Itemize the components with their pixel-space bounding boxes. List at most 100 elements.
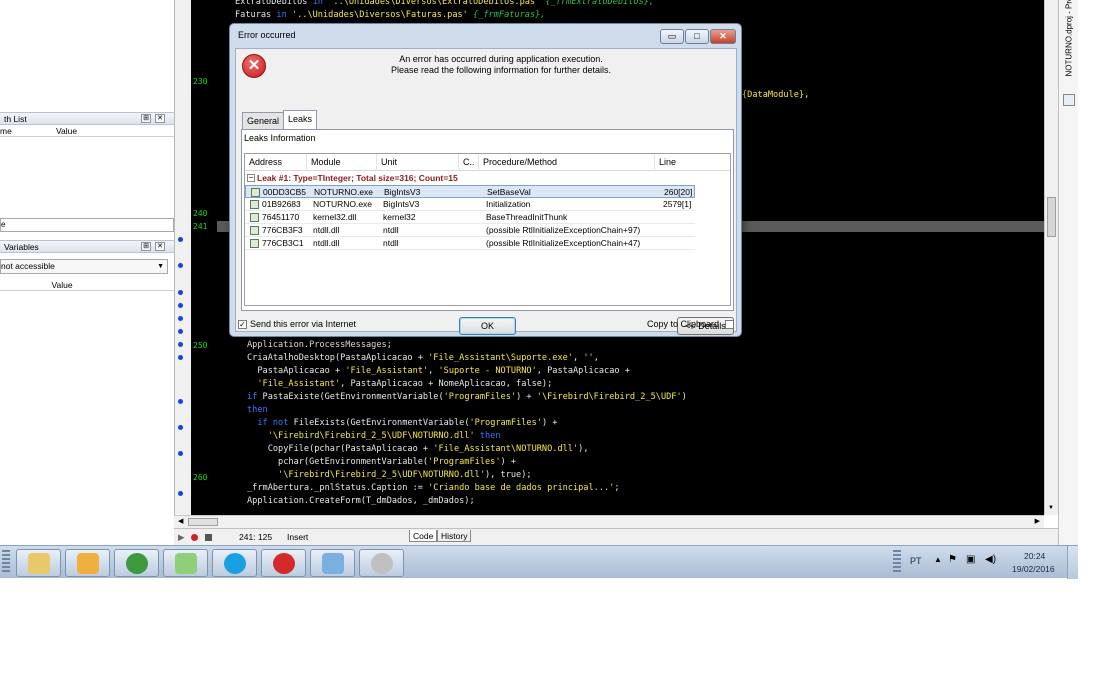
code-token: 'File_Assistant\Suporte.exe': [428, 353, 573, 363]
col-line[interactable]: Line: [655, 154, 695, 171]
tab-code[interactable]: Code: [409, 530, 438, 542]
play-icon[interactable]: ▶: [178, 529, 185, 546]
scroll-down-icon[interactable]: ▼: [1048, 505, 1054, 511]
scroll-thumb[interactable]: [188, 518, 218, 526]
taskbar-folder-button[interactable]: [163, 549, 208, 577]
code-line: '\Firebird\Firebird_2_5\UDF\NOTURNO.dll'…: [247, 430, 501, 443]
breakpoint-dot-icon[interactable]: [178, 491, 183, 496]
col-procedure[interactable]: Procedure/Method: [479, 154, 655, 171]
windows-taskbar: PT ▲ ⚑ ▣ ◀) 20:24 19/02/2016: [0, 545, 1078, 579]
error-icon: ✕: [242, 54, 266, 78]
line-number: 250: [193, 341, 208, 350]
leak-cell-unit: ntdll: [383, 225, 399, 235]
code-token: if: [247, 392, 258, 402]
record-icon[interactable]: [191, 534, 198, 541]
paint-icon: [322, 553, 344, 574]
minimize-button[interactable]: ▭: [660, 29, 684, 44]
pin-icon[interactable]: ⊞: [141, 114, 151, 123]
local-col-value: Value: [51, 280, 73, 290]
module-icon: [250, 213, 259, 222]
leak-cell-unit: BigIntsV3: [383, 199, 420, 209]
editor-vertical-scrollbar[interactable]: ▼: [1044, 0, 1058, 515]
col-c[interactable]: C..: [459, 154, 479, 171]
code-line: 'File_Assistant', PastaAplicacao + NomeA…: [247, 378, 552, 391]
send-error-checkbox[interactable]: ✓: [238, 320, 247, 329]
tab-leaks[interactable]: Leaks: [283, 110, 318, 129]
outlook-icon: [77, 553, 99, 574]
editor-horizontal-scrollbar[interactable]: ◀ ▶: [174, 515, 1044, 528]
breakpoint-dot-icon[interactable]: [178, 355, 183, 360]
tab-history[interactable]: History: [437, 530, 472, 542]
taskbar-chrome-button[interactable]: [114, 549, 159, 577]
breakpoint-dot-icon[interactable]: [178, 342, 183, 347]
frame-select[interactable]: not accessible ▼: [0, 259, 168, 274]
breakpoint-dot-icon[interactable]: [178, 316, 183, 321]
breakpoint-dot-icon[interactable]: [178, 329, 183, 334]
breakpoint-dot-icon[interactable]: [178, 399, 183, 404]
code-token: 'ProgramFiles': [443, 392, 517, 402]
taskbar-file-manager-button[interactable]: [16, 549, 61, 577]
scroll-thumb[interactable]: [1047, 197, 1056, 237]
taskbar-antivirus-button[interactable]: [359, 549, 404, 577]
col-module[interactable]: Module: [307, 154, 377, 171]
code-token: pchar(GetEnvironmentVariable(: [247, 457, 429, 467]
leaks-table[interactable]: Address Module Unit C.. Procedure/Method…: [244, 153, 731, 306]
scroll-right-icon[interactable]: ▶: [1035, 517, 1040, 525]
skype-icon: [224, 553, 246, 574]
close-icon[interactable]: ✕: [155, 242, 165, 251]
clock-date[interactable]: 19/02/2016: [1012, 564, 1055, 574]
copy-clipboard-checkbox[interactable]: [725, 320, 734, 329]
cursor-position: 241: 125: [239, 532, 273, 542]
breakpoint-dot-icon[interactable]: [178, 237, 183, 242]
network-icon[interactable]: ▣: [966, 554, 975, 565]
volume-icon[interactable]: ◀): [985, 554, 996, 565]
tab-general[interactable]: General: [242, 112, 285, 129]
leak-row[interactable]: 776CB3C1 ntdll.dll ntdll (possible RtlInit…: [245, 237, 695, 250]
breakpoint-dot-icon[interactable]: [178, 290, 183, 295]
code-token: 'File_Assistant': [345, 366, 429, 376]
leak-row[interactable]: 76451170 kernel32.dll kernel32 BaseThreadIn…: [245, 211, 695, 224]
code-line: Application.CreateForm(T_dmDados, _dmDad…: [247, 495, 475, 508]
leak-cell-address: 776CB3F3: [262, 225, 303, 235]
leak-row[interactable]: 00DD3CB5 NOTURNO.exe BigIntsV3 SetBaseVal 26…: [245, 185, 695, 198]
show-desktop-button[interactable]: [1067, 546, 1078, 579]
close-button[interactable]: ✕: [710, 29, 736, 44]
col-address[interactable]: Address: [245, 154, 307, 171]
breakpoint-dot-icon[interactable]: [178, 303, 183, 308]
clock-time[interactable]: 20:24: [1024, 551, 1045, 561]
code-token: '\Firebird\Firebird_2_5\UDF': [536, 392, 682, 402]
scroll-left-icon[interactable]: ◀: [178, 517, 183, 525]
file-manager-icon: [28, 553, 50, 574]
code-token: PastaAplicacao +: [247, 366, 346, 376]
taskbar-skype-button[interactable]: [212, 549, 257, 577]
code-token: '..\Unidades\Diversos\Faturas.pas': [286, 10, 468, 20]
error-message: An error has occurred during application…: [276, 54, 726, 76]
collapse-icon[interactable]: −: [247, 174, 255, 182]
project-manager-strip[interactable]: NOTURNO.dproj - Pro: [1058, 0, 1078, 545]
show-hidden-icons[interactable]: ▲: [934, 555, 942, 564]
col-unit[interactable]: Unit: [377, 154, 459, 171]
evaluate-input[interactable]: e: [0, 218, 174, 232]
stop-icon[interactable]: [205, 534, 212, 541]
language-indicator[interactable]: PT: [910, 556, 922, 566]
project-icon: [1063, 94, 1075, 106]
leak-cell-line: 2579[1]: [663, 199, 692, 209]
breakpoint-dot-icon[interactable]: [178, 451, 183, 456]
close-icon[interactable]: ✕: [155, 114, 165, 123]
leak-group-title: Leak #1: Type=TInteger; Total size=316; …: [257, 173, 458, 183]
pin-icon[interactable]: ⊞: [141, 242, 151, 251]
breakpoint-dot-icon[interactable]: [178, 263, 183, 268]
flag-icon[interactable]: ⚑: [948, 554, 957, 565]
taskbar-delphi-button[interactable]: [261, 549, 306, 577]
breakpoint-dot-icon[interactable]: [178, 425, 183, 430]
taskbar-grip[interactable]: [2, 550, 10, 574]
leak-row[interactable]: 776CB3F3 ntdll.dll ntdll (possible RtlInit…: [245, 224, 695, 237]
taskbar-outlook-button[interactable]: [65, 549, 110, 577]
ok-button[interactable]: OK: [459, 317, 516, 335]
source-file-icon: [250, 200, 259, 209]
leak-row[interactable]: 01B92683 NOTURNO.exe BigIntsV3 Initializati…: [245, 198, 695, 211]
leaks-information-label: Leaks Information: [244, 133, 316, 143]
maximize-button[interactable]: □: [685, 29, 709, 44]
taskbar-paint-button[interactable]: [310, 549, 355, 577]
code-token: ) +: [516, 392, 537, 402]
